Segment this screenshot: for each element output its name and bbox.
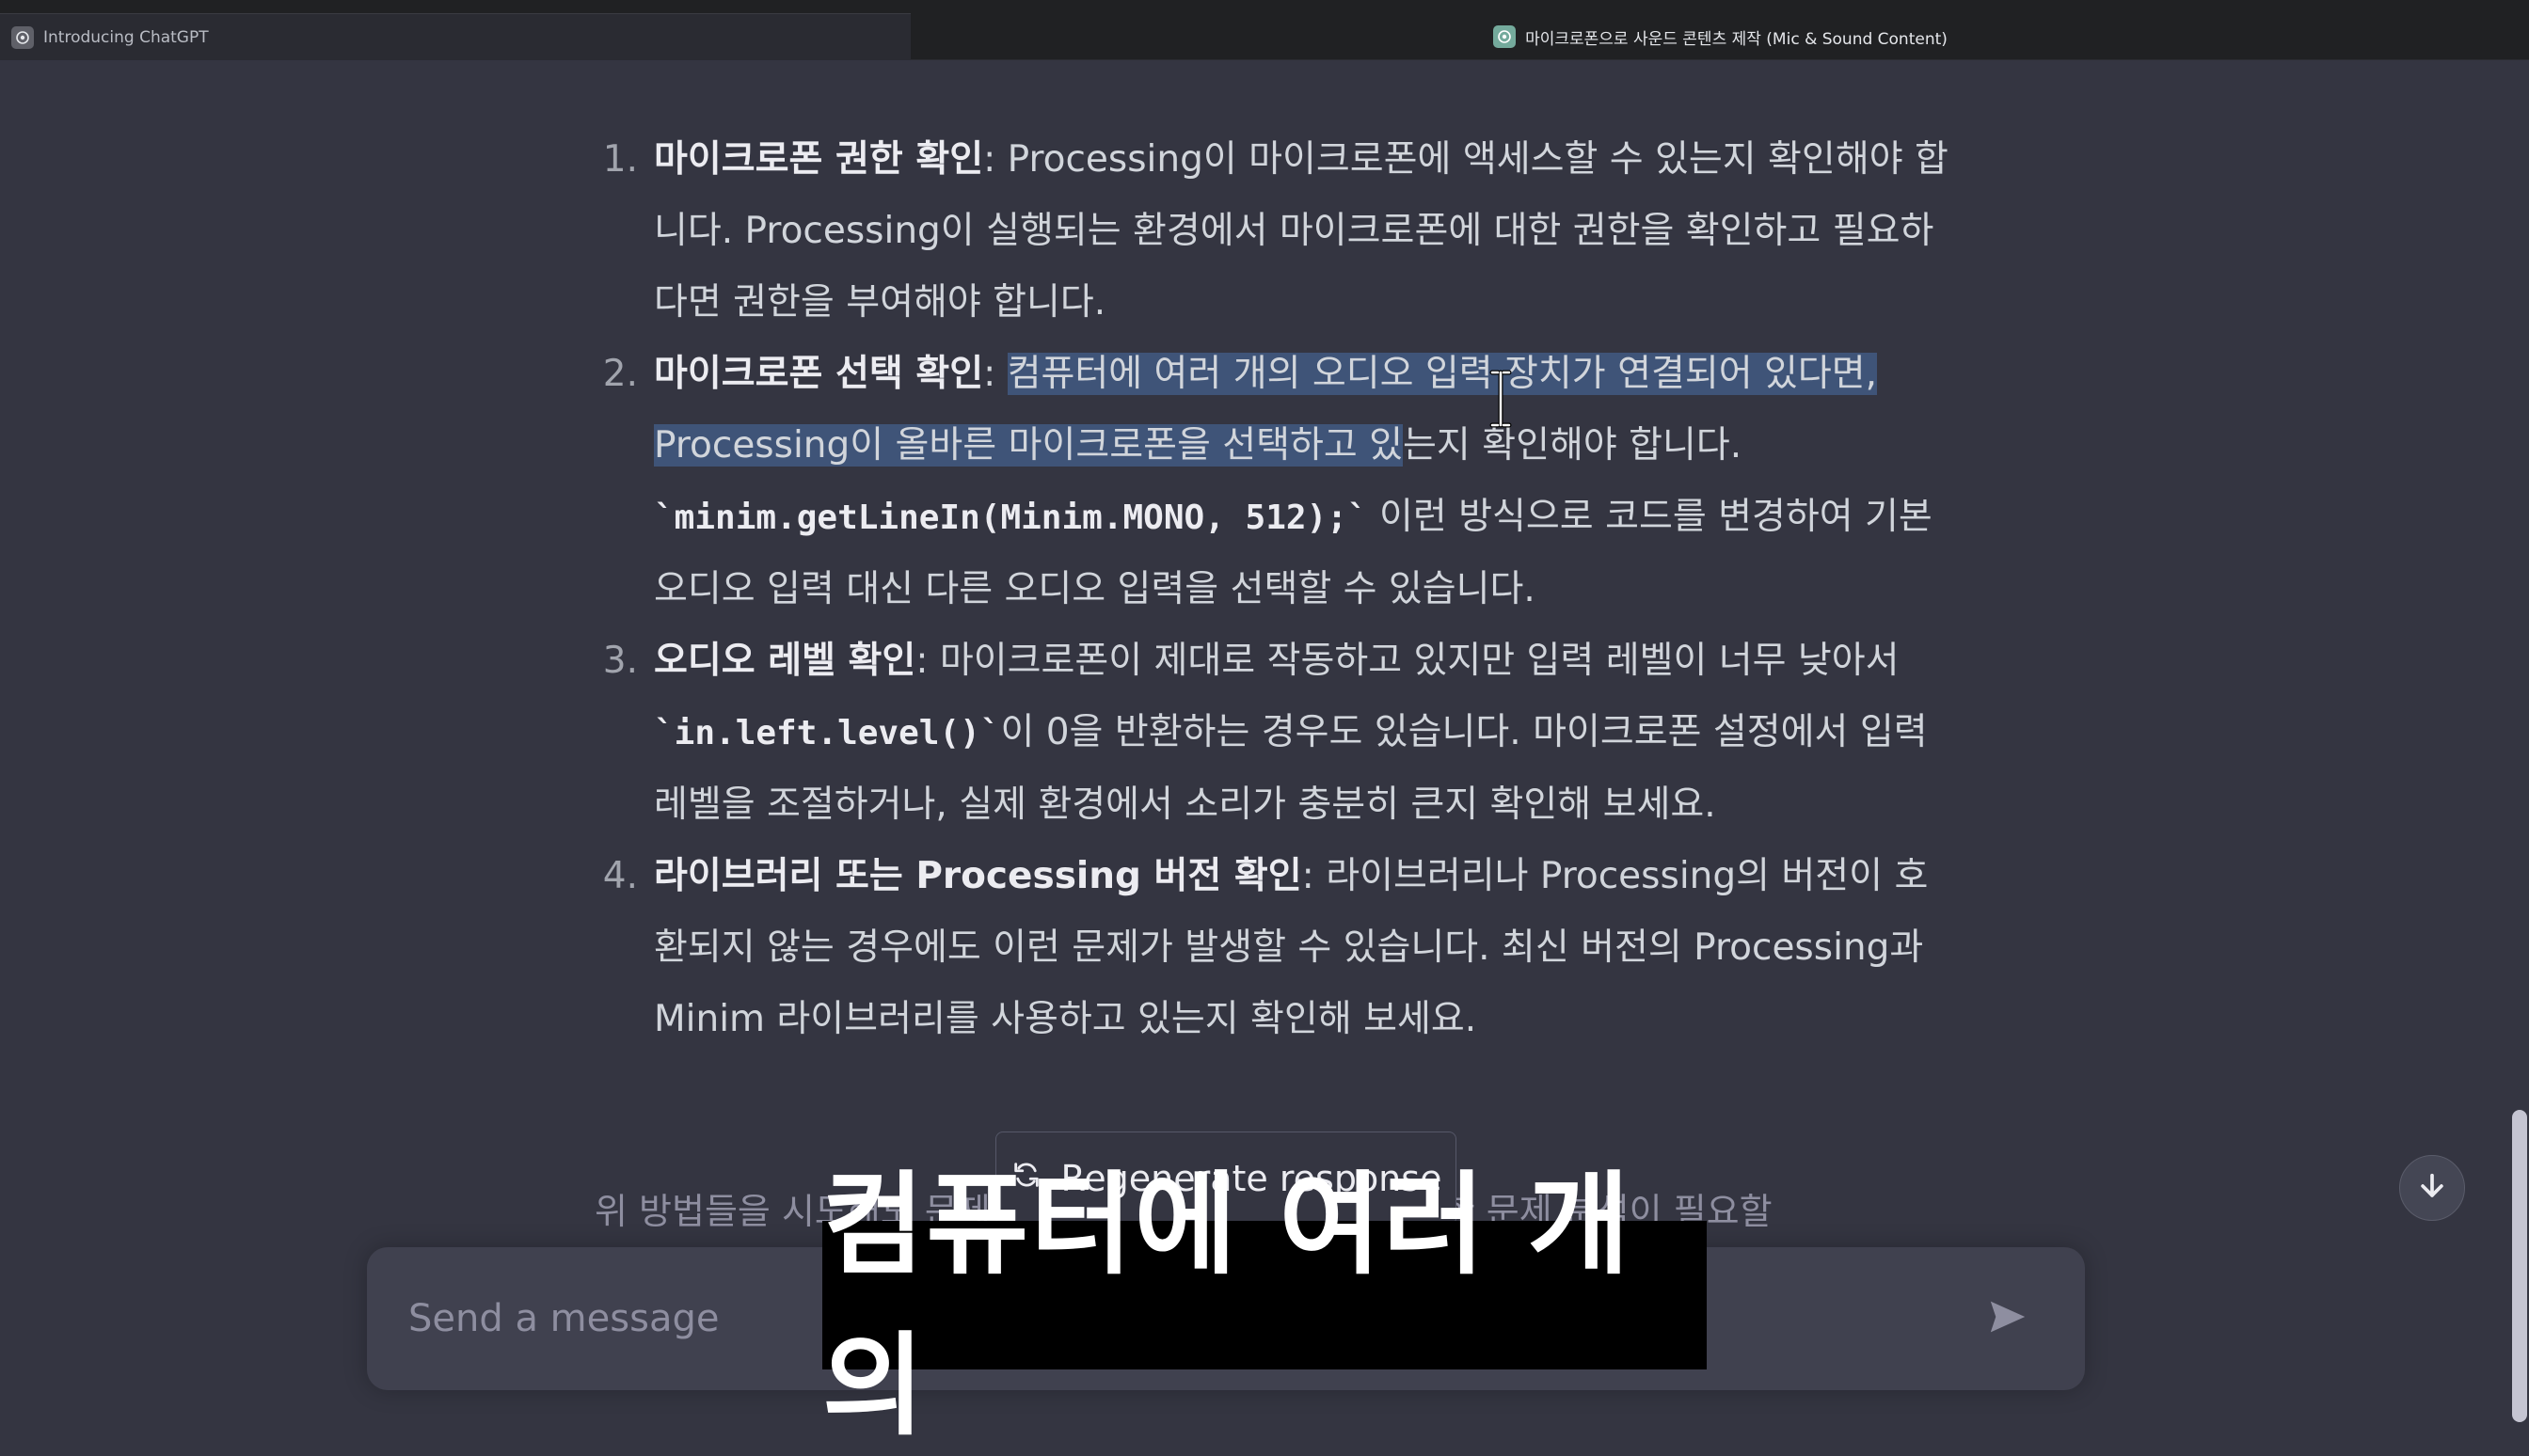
- list-item: 4. 라이브러리 또는 Processing 버전 확인: 라이브러리나 Pro…: [565, 841, 1929, 1055]
- item-heading: 라이브러리 또는 Processing 버전 확인: [654, 855, 1302, 897]
- list-number: 2.: [602, 353, 638, 395]
- scroll-to-bottom-button[interactable]: [2399, 1155, 2465, 1221]
- tab-mic-sound-content[interactable]: 마이크로폰으로 사운드 콘텐츠 제작 (Mic & Sound Content): [912, 13, 2529, 60]
- item-body: 는지 확인해야 합니다.: [1403, 424, 1742, 467]
- send-button[interactable]: [1980, 1292, 2036, 1345]
- list-item-text: 라이브러리 또는 Processing 버전 확인: 라이브러리나 Proces…: [654, 841, 1962, 1055]
- video-subtitle: 컴퓨터에 여러 개의: [822, 1160, 1707, 1450]
- inline-code: `minim.getLineIn(Minim.MONO, 512);`: [654, 499, 1368, 537]
- item-heading: 마이크로폰 선택 확인: [654, 353, 984, 395]
- send-icon: [1986, 1298, 2029, 1339]
- browser-tab-bar: Introducing ChatGPT 마이크로폰으로 사운드 콘텐츠 제작 (…: [0, 0, 2529, 60]
- text-cursor-icon: [1489, 370, 1512, 428]
- list-item-text: 마이크로폰 선택 확인: 컴퓨터에 여러 개의 오디오 입력 장치가 연결되어 …: [654, 339, 1962, 625]
- item-heading: 오디오 레벨 확인: [654, 640, 916, 682]
- item-separator: :: [983, 353, 1008, 395]
- list-number: 4.: [602, 855, 638, 897]
- list-item: 2. 마이크로폰 선택 확인: 컴퓨터에 여러 개의 오디오 입력 장치가 연결…: [565, 339, 1933, 625]
- assistant-response: 1. 마이크로폰 권한 확인: Processing이 마이크로폰에 액세스할 …: [565, 124, 1948, 1055]
- list-item-text: 오디오 레벨 확인: 마이크로폰이 제대로 작동하고 있지만 입력 레벨이 너무…: [654, 625, 1962, 841]
- item-heading: 마이크로폰 권한 확인: [654, 138, 984, 181]
- arrow-down-icon: [2416, 1170, 2448, 1206]
- tab-title: Introducing ChatGPT: [43, 27, 209, 47]
- tab-introducing-chatgpt[interactable]: Introducing ChatGPT: [0, 13, 911, 60]
- item-body: : 마이크로폰이 제대로 작동하고 있지만 입력 레벨이 너무 낮아서: [915, 640, 1900, 682]
- list-item: 3. 오디오 레벨 확인: 마이크로폰이 제대로 작동하고 있지만 입력 레벨이…: [565, 625, 1928, 841]
- inline-code: `in.left.level()`: [654, 714, 1001, 752]
- list-item: 1. 마이크로폰 권한 확인: Processing이 마이크로폰에 액세스할 …: [565, 124, 1948, 339]
- list-number: 1.: [602, 138, 638, 181]
- list-item-text: 마이크로폰 권한 확인: Processing이 마이크로폰에 액세스할 수 있…: [654, 124, 1962, 339]
- list-number: 3.: [602, 640, 638, 682]
- scrollbar-thumb[interactable]: [2512, 1110, 2527, 1422]
- tab-title: 마이크로폰으로 사운드 콘텐츠 제작 (Mic & Sound Content): [1525, 29, 1948, 49]
- chatgpt-icon: [1493, 25, 1517, 48]
- chatgpt-icon: [11, 25, 34, 49]
